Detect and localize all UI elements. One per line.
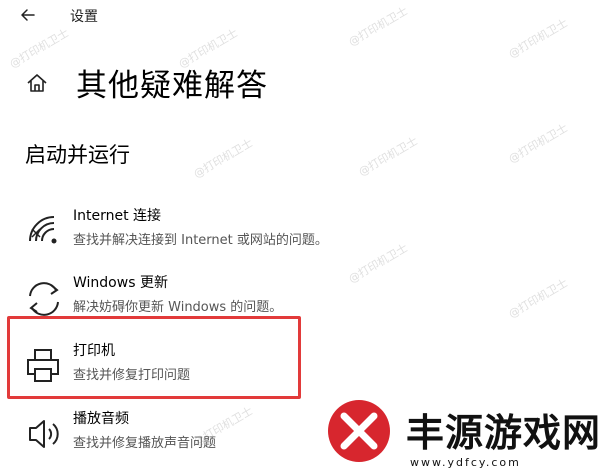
section-title: 启动并运行 xyxy=(25,143,130,167)
troubleshooter-printer[interactable]: 打印机 查找并修复打印问题 xyxy=(18,340,298,394)
home-icon[interactable] xyxy=(24,70,50,96)
printer-icon xyxy=(22,344,66,388)
watermark: @打印机卫士 xyxy=(346,241,411,286)
item-description: 解决妨碍你更新 Windows 的问题。 xyxy=(73,300,283,315)
brand-name: 丰源游戏网 xyxy=(406,411,600,455)
brand-logo: 丰源游戏网 www.ydfcy.com xyxy=(322,396,600,475)
speaker-icon xyxy=(22,412,66,456)
item-description: 查找并解决连接到 Internet 或网站的问题。 xyxy=(73,233,328,248)
brand-url: www.ydfcy.com xyxy=(410,456,521,469)
refresh-icon xyxy=(22,276,66,320)
troubleshooter-internet[interactable]: Internet 连接 查找并解决连接到 Internet 或网站的问题。 xyxy=(18,205,328,259)
arrow-left-icon xyxy=(21,9,35,21)
watermark: @打印机卫士 xyxy=(356,134,421,179)
watermark: @打印机卫士 xyxy=(506,276,571,321)
item-title: 播放音频 xyxy=(73,411,129,427)
title-bar: 设置 xyxy=(0,0,600,32)
watermark: @打印机卫士 xyxy=(191,136,256,181)
item-title: Internet 连接 xyxy=(73,208,162,224)
troubleshooter-audio[interactable]: 播放音频 查找并修复播放声音问题 xyxy=(18,408,298,462)
item-description: 查找并修复打印问题 xyxy=(73,368,191,383)
item-title: Windows 更新 xyxy=(73,275,168,291)
watermark: @打印机卫士 xyxy=(506,121,571,166)
back-button[interactable] xyxy=(14,3,42,27)
item-title: 打印机 xyxy=(73,343,115,359)
item-description: 查找并修复播放声音问题 xyxy=(73,436,217,451)
page-title: 其他疑难解答 xyxy=(76,68,268,104)
logo-mark xyxy=(328,400,390,462)
wifi-icon xyxy=(22,209,66,253)
window-title: 设置 xyxy=(70,9,98,25)
